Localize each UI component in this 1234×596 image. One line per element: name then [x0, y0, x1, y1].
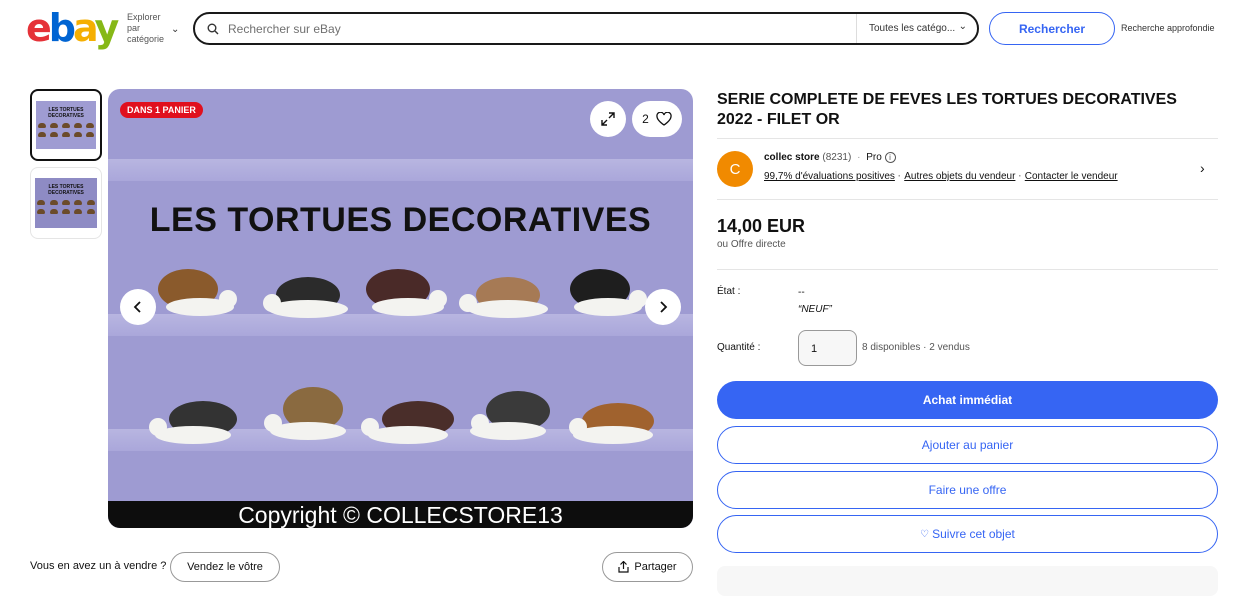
other-items-link[interactable]: Autres objets du vendeur — [904, 171, 1015, 182]
search-icon — [207, 23, 219, 34]
offer-note: ou Offre directe — [717, 239, 786, 250]
in-cart-badge: DANS 1 PANIER — [120, 102, 203, 118]
expand-button[interactable] — [590, 101, 626, 137]
condition-note: “NEUF” — [798, 304, 832, 315]
chevron-down-icon: ⌄ — [171, 24, 180, 35]
price: 14,00 EUR — [717, 216, 806, 236]
divider — [717, 138, 1218, 139]
condition-label: État : — [717, 286, 741, 297]
category-select-label: Toutes les catégo... — [869, 23, 956, 34]
search-button[interactable]: Rechercher — [989, 12, 1115, 45]
share-icon — [618, 561, 629, 573]
thumbnail-caption: LES TORTUES DECORATIVES — [48, 184, 84, 196]
image-title-text: LES TORTUES DECORATIVES — [149, 201, 652, 239]
advanced-search-link[interactable]: Recherche approfondie — [1121, 23, 1215, 33]
next-image-button[interactable] — [645, 289, 681, 325]
search-bar: Toutes les catégo... ⌄ — [193, 12, 979, 45]
condition-value: -- — [798, 287, 805, 298]
seller-links: 99,7% d'évaluations positives · Autres obj… — [764, 171, 1118, 182]
divider — [717, 269, 1218, 270]
heart-icon: ♡ — [920, 528, 930, 540]
explore-label: Explorer par catégorie — [127, 12, 165, 44]
make-offer-button[interactable]: Faire une offre — [717, 471, 1218, 509]
watch-count: 2 — [642, 112, 649, 126]
thumbnail-caption: LES TORTUES DECORATIVES — [48, 107, 84, 119]
explore-category-button[interactable]: Explorer par catégorie ⌄ — [127, 12, 179, 45]
thumbnail-image: LES TORTUES DECORATIVES — [35, 178, 97, 228]
quantity-label: Quantité : — [717, 342, 761, 353]
info-banner — [717, 566, 1218, 596]
positive-feedback-link[interactable]: 99,7% d'évaluations positives — [764, 171, 895, 182]
shelf — [108, 159, 693, 181]
share-label: Partager — [634, 561, 677, 573]
thumbnail-2[interactable]: LES TORTUES DECORATIVES — [30, 167, 102, 239]
divider — [717, 199, 1218, 200]
expand-icon — [601, 112, 615, 126]
buy-now-button[interactable]: Achat immédiat — [717, 381, 1218, 419]
chevron-left-icon — [133, 301, 141, 313]
search-input[interactable] — [228, 21, 848, 36]
main-product-image[interactable]: LES TORTUES DECORATIVES DANS 1 PANIER 2 … — [108, 89, 693, 528]
turtle-figurines — [149, 269, 654, 444]
watch-item-label: Suivre cet objet — [932, 527, 1015, 541]
add-to-cart-button[interactable]: Ajouter au panier — [717, 426, 1218, 464]
watch-button[interactable]: 2 — [632, 101, 682, 137]
sell-question: Vous en avez un à vendre ? — [30, 560, 167, 572]
header: ebay Explorer par catégorie ⌄ Toutes les… — [0, 0, 1234, 56]
heart-icon — [656, 112, 672, 126]
sell-yours-button[interactable]: Vendez le vôtre — [170, 552, 280, 582]
category-select[interactable]: Toutes les catégo... ⌄ — [856, 14, 977, 43]
thumbnail-image: LES TORTUES DECORATIVES — [36, 101, 96, 149]
seller-name[interactable]: collec store — [764, 152, 820, 163]
image-copyright: Copyright © COLLECSTORE13 — [108, 501, 693, 528]
share-button[interactable]: Partager — [602, 552, 693, 582]
seller-feedback-count: (8231) — [822, 152, 852, 163]
product-title: SERIE COMPLETE DE FEVES LES TORTUES DECO… — [717, 91, 1177, 128]
previous-image-button[interactable] — [120, 289, 156, 325]
chevron-right-icon[interactable]: › — [1200, 160, 1205, 176]
seller-info: collec store (8231) · Pro i — [764, 152, 896, 163]
seller-avatar[interactable]: C — [717, 151, 753, 187]
seller-type: Pro — [866, 152, 882, 163]
watch-item-button[interactable]: ♡ Suivre cet objet — [717, 515, 1218, 553]
contact-seller-link[interactable]: Contacter le vendeur — [1025, 171, 1118, 182]
quantity-input[interactable]: 1 — [798, 330, 857, 366]
chevron-down-icon: ⌄ — [958, 21, 967, 32]
chevron-right-icon — [660, 301, 668, 313]
ebay-logo[interactable]: ebay — [26, 6, 119, 50]
availability: 8 disponibles · 2 vendus — [862, 342, 970, 353]
thumbnail-1[interactable]: LES TORTUES DECORATIVES — [30, 89, 102, 161]
info-icon[interactable]: i — [884, 152, 896, 163]
